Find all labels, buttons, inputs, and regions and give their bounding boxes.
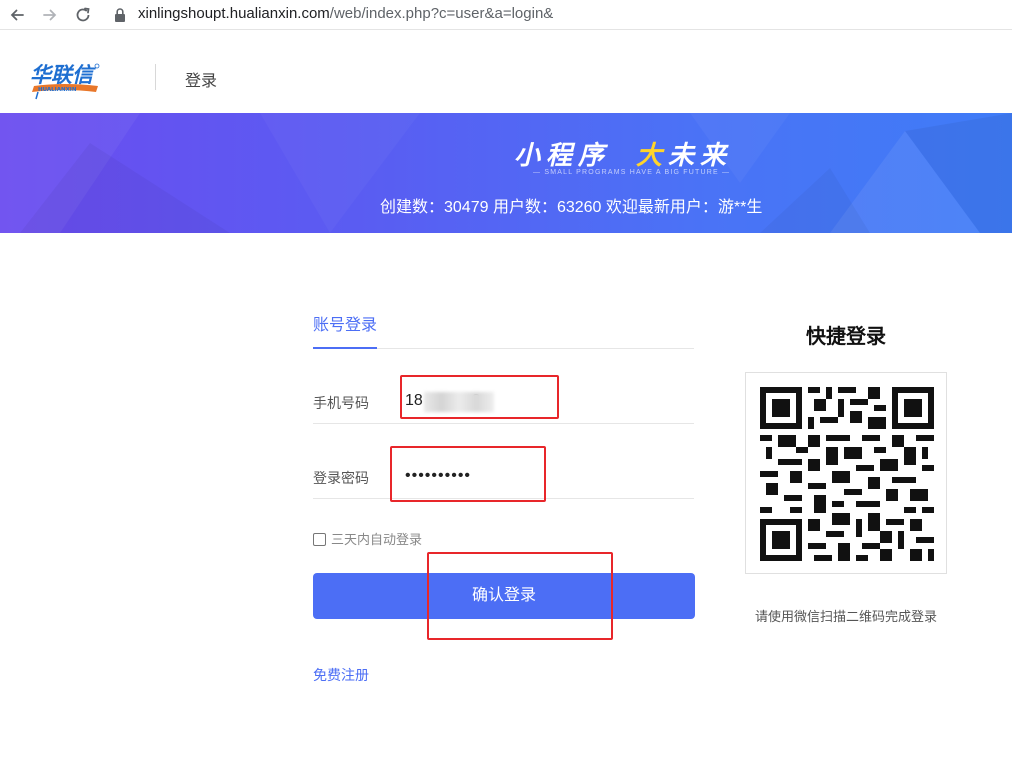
back-arrow-icon[interactable] (6, 4, 28, 26)
hero-banner: 小程序 大未来 — SMALL PROGRAMS HAVE A BIG FUTUR… (0, 113, 1012, 233)
annotation-box-submit (427, 552, 613, 640)
url-host: xinlingshoupt.hualianxin.com (138, 5, 330, 22)
remember-label: 三天内自动登录 (331, 532, 423, 547)
site-header: 华联信 HUALIANXIN 登录 (0, 30, 1012, 113)
qr-hint: 请使用微信扫描二维码完成登录 (754, 609, 937, 624)
banner-stats: 创建数：30479 用户数：63260 欢迎最新用户：游**生 (380, 199, 763, 216)
qr-code (745, 372, 947, 574)
page-title: 登录 (185, 73, 218, 90)
tab-account-login[interactable]: 账号登录 (313, 311, 377, 335)
tab-active-indicator (313, 347, 377, 349)
reload-icon[interactable] (72, 4, 94, 26)
slogan-part2: 未来 (668, 140, 733, 170)
password-label: 登录密码 (313, 470, 369, 486)
remember-checkbox[interactable] (313, 532, 326, 546)
logo-subtext: HUALIANXIN (38, 87, 77, 93)
annotation-box-phone (400, 375, 559, 419)
qr-code-image (760, 387, 934, 561)
header-divider (155, 64, 156, 90)
lock-icon[interactable] (113, 7, 127, 23)
slogan-part1: 小程序 (514, 140, 611, 170)
quick-login-title: 快捷登录 (806, 326, 886, 348)
url-field[interactable]: xinlingshoupt.hualianxin.com/web/index.p… (138, 5, 553, 22)
browser-address-bar: xinlingshoupt.hualianxin.com/web/index.p… (0, 0, 1012, 30)
hualianxin-logo[interactable]: 华联信 HUALIANXIN (28, 58, 102, 100)
url-path: /web/index.php?c=user&a=login& (329, 5, 554, 22)
banner-slogan: 小程序 大未来 (514, 135, 732, 172)
annotation-box-password (390, 446, 546, 502)
remember-login[interactable]: 三天内自动登录 (313, 529, 422, 548)
slogan-highlight: 大 (636, 140, 669, 170)
banner-slogan-sub: — SMALL PROGRAMS HAVE A BIG FUTURE — (533, 169, 731, 176)
phone-label: 手机号码 (313, 395, 369, 411)
phone-field-line (313, 423, 694, 424)
register-link[interactable]: 免费注册 (313, 665, 369, 685)
logo-text: 华联信 (30, 63, 96, 87)
forward-arrow-icon[interactable] (39, 4, 61, 26)
